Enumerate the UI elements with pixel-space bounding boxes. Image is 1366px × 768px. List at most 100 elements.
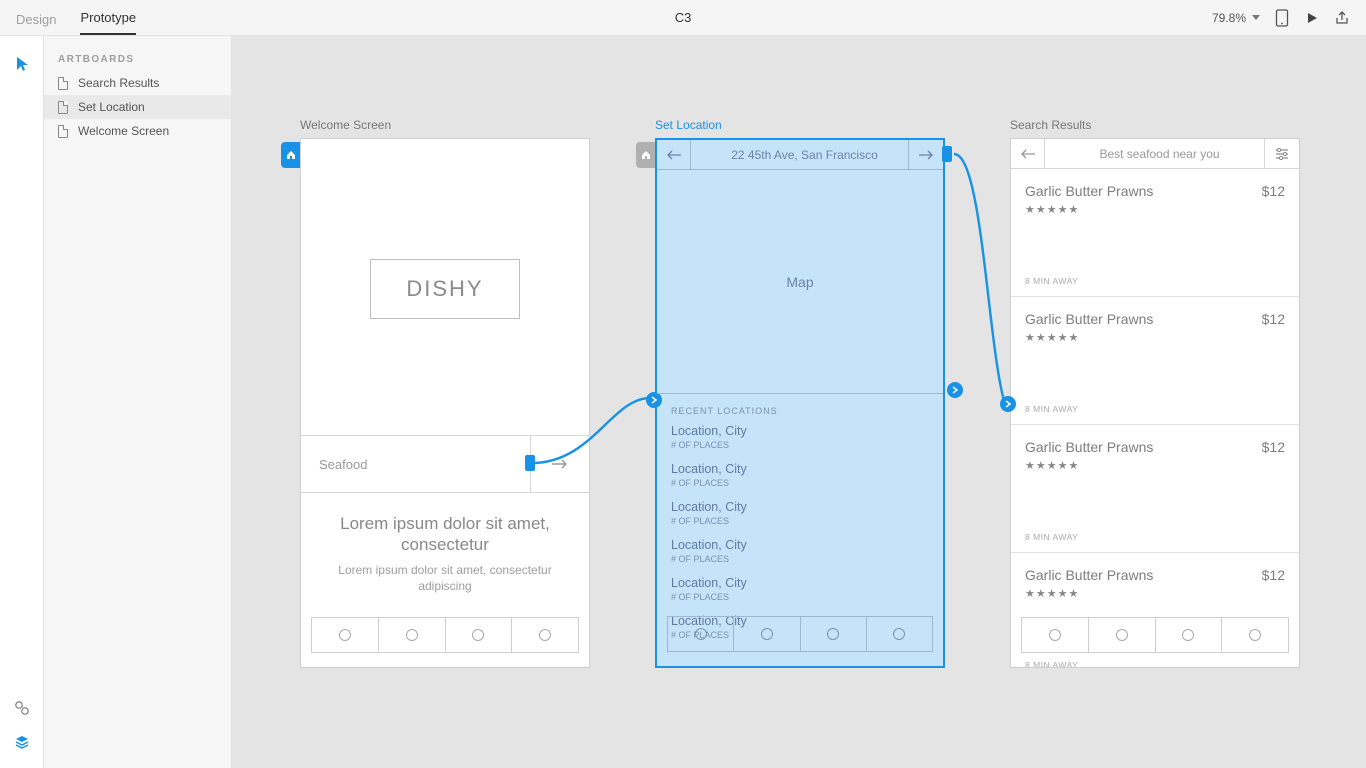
artboard-icon bbox=[58, 125, 68, 138]
search-submit[interactable] bbox=[531, 436, 589, 492]
result-price: $12 bbox=[1262, 311, 1285, 327]
circle-icon bbox=[1182, 629, 1194, 641]
location-name: Location, City bbox=[671, 500, 929, 514]
tab-bar-item[interactable] bbox=[867, 617, 932, 651]
result-item[interactable]: Garlic Butter Prawns $12 ★★★★★ 8 MIN AWA… bbox=[1011, 297, 1299, 425]
filter-button[interactable] bbox=[1265, 139, 1299, 168]
zoom-dropdown[interactable]: 79.8% bbox=[1212, 11, 1260, 25]
sidebar-item-set-location[interactable]: Set Location bbox=[44, 95, 231, 119]
tab-bar-item[interactable] bbox=[312, 618, 379, 652]
artboard-icon bbox=[58, 101, 68, 114]
search-query-field[interactable]: Best seafood near you bbox=[1045, 139, 1265, 168]
blurb-body: Lorem ipsum dolor sit amet, consectetur … bbox=[329, 562, 561, 594]
link-target-handle[interactable] bbox=[1000, 396, 1016, 412]
sidebar-item-label: Welcome Screen bbox=[78, 124, 169, 138]
welcome-blurb: Lorem ipsum dolor sit amet, consectetur … bbox=[301, 513, 589, 594]
location-name: Location, City bbox=[671, 462, 929, 476]
tab-bar-item[interactable] bbox=[1156, 618, 1223, 652]
home-artboard-badge[interactable] bbox=[281, 142, 301, 168]
location-item[interactable]: Location, City # OF PLACES bbox=[671, 462, 929, 488]
chevron-down-icon bbox=[1252, 15, 1260, 20]
result-distance: 8 MIN AWAY bbox=[1025, 532, 1078, 542]
location-header: 22 45th Ave, San Francisco bbox=[657, 140, 943, 170]
tab-bar-item[interactable] bbox=[801, 617, 867, 651]
result-name: Garlic Butter Prawns bbox=[1025, 183, 1285, 199]
circle-icon bbox=[1249, 629, 1261, 641]
link-source-handle[interactable] bbox=[947, 382, 963, 398]
location-sub: # OF PLACES bbox=[671, 478, 929, 488]
location-item[interactable]: Location, City # OF PLACES bbox=[671, 424, 929, 450]
result-rating: ★★★★★ bbox=[1025, 587, 1285, 600]
tab-bar bbox=[311, 617, 579, 653]
tab-prototype[interactable]: Prototype bbox=[80, 10, 136, 35]
plugins-icon[interactable] bbox=[14, 700, 30, 716]
layers-icon[interactable] bbox=[14, 734, 30, 750]
location-item[interactable]: Location, City# OF PLACES bbox=[671, 500, 929, 526]
artboard-label[interactable]: Search Results bbox=[1010, 118, 1300, 132]
go-button[interactable] bbox=[909, 140, 943, 169]
location-name: Location, City bbox=[671, 538, 929, 552]
result-item[interactable]: Garlic Butter Prawns $12 ★★★★★ 8 MIN AWA… bbox=[1011, 425, 1299, 553]
tab-bar bbox=[667, 616, 933, 652]
sidebar-item-welcome-screen[interactable]: Welcome Screen bbox=[44, 119, 231, 143]
circle-icon bbox=[1049, 629, 1061, 641]
app-logo: DISHY bbox=[370, 259, 520, 319]
home-badge-inactive[interactable] bbox=[636, 142, 656, 168]
circle-icon bbox=[539, 629, 551, 641]
play-icon[interactable] bbox=[1304, 10, 1320, 26]
circle-icon bbox=[827, 628, 839, 640]
tab-bar-item[interactable] bbox=[668, 617, 734, 651]
tab-bar-item[interactable] bbox=[379, 618, 446, 652]
result-name: Garlic Butter Prawns bbox=[1025, 567, 1285, 583]
result-rating: ★★★★★ bbox=[1025, 203, 1285, 216]
location-name: Location, City bbox=[671, 424, 929, 438]
blurb-heading: Lorem ipsum dolor sit amet, consectetur bbox=[329, 513, 561, 556]
result-name: Garlic Butter Prawns bbox=[1025, 439, 1285, 455]
artboard-welcome-screen[interactable]: DISHY Seafood Lorem ipsum dolor sit amet… bbox=[300, 138, 590, 668]
circle-icon bbox=[339, 629, 351, 641]
artboard-wrap-location: Set Location 22 45th Ave, San Francisco … bbox=[655, 118, 945, 668]
artboards-panel-title: ARTBOARDS bbox=[44, 48, 231, 71]
result-distance: 8 MIN AWAY bbox=[1025, 276, 1078, 286]
document-title: C3 bbox=[0, 0, 1366, 36]
artboard-search-results[interactable]: Best seafood near you Garlic Butter Praw… bbox=[1010, 138, 1300, 668]
search-field[interactable]: Seafood bbox=[301, 436, 531, 492]
circle-icon bbox=[1116, 629, 1128, 641]
result-name: Garlic Butter Prawns bbox=[1025, 311, 1285, 327]
artboard-set-location[interactable]: 22 45th Ave, San Francisco Map RECENT LO… bbox=[655, 138, 945, 668]
tab-bar-item[interactable] bbox=[1222, 618, 1288, 652]
circle-icon bbox=[893, 628, 905, 640]
tab-bar-item[interactable] bbox=[734, 617, 800, 651]
pointer-tool-icon[interactable] bbox=[14, 56, 30, 72]
tab-bar-item[interactable] bbox=[512, 618, 578, 652]
map-placeholder[interactable]: Map bbox=[657, 170, 943, 394]
share-icon[interactable] bbox=[1334, 10, 1350, 26]
location-sub: # OF PLACES bbox=[671, 592, 929, 602]
result-price: $12 bbox=[1262, 183, 1285, 199]
artboard-wrap-welcome: Welcome Screen DISHY Seafood Lorem ipsum… bbox=[300, 118, 590, 668]
sidebar-item-search-results[interactable]: Search Results bbox=[44, 71, 231, 95]
topbar: Design Prototype C3 79.8% bbox=[0, 0, 1366, 36]
back-button[interactable] bbox=[657, 140, 691, 169]
tab-bar-item[interactable] bbox=[446, 618, 513, 652]
artboard-label[interactable]: Set Location bbox=[655, 118, 945, 132]
result-item[interactable]: Garlic Butter Prawns $12 ★★★★★ 8 MIN AWA… bbox=[1011, 169, 1299, 297]
result-price: $12 bbox=[1262, 567, 1285, 583]
location-item[interactable]: Location, City # OF PLACES bbox=[671, 538, 929, 564]
result-rating: ★★★★★ bbox=[1025, 459, 1285, 472]
back-button[interactable] bbox=[1011, 139, 1045, 168]
artboard-label[interactable]: Welcome Screen bbox=[300, 118, 590, 132]
results-header: Best seafood near you bbox=[1011, 139, 1299, 169]
canvas[interactable]: Welcome Screen DISHY Seafood Lorem ipsum… bbox=[232, 36, 1366, 768]
tab-bar-item[interactable] bbox=[1089, 618, 1156, 652]
circle-icon bbox=[472, 629, 484, 641]
location-sub: # OF PLACES bbox=[671, 440, 929, 450]
circle-icon bbox=[761, 628, 773, 640]
location-sub: # OF PLACES bbox=[671, 554, 929, 564]
location-item[interactable]: Location, City# OF PLACES bbox=[671, 576, 929, 602]
device-preview-icon[interactable] bbox=[1274, 10, 1290, 26]
tab-bar-item[interactable] bbox=[1022, 618, 1089, 652]
address-field[interactable]: 22 45th Ave, San Francisco bbox=[691, 140, 909, 169]
zoom-value: 79.8% bbox=[1212, 11, 1246, 25]
tab-design[interactable]: Design bbox=[16, 12, 56, 35]
